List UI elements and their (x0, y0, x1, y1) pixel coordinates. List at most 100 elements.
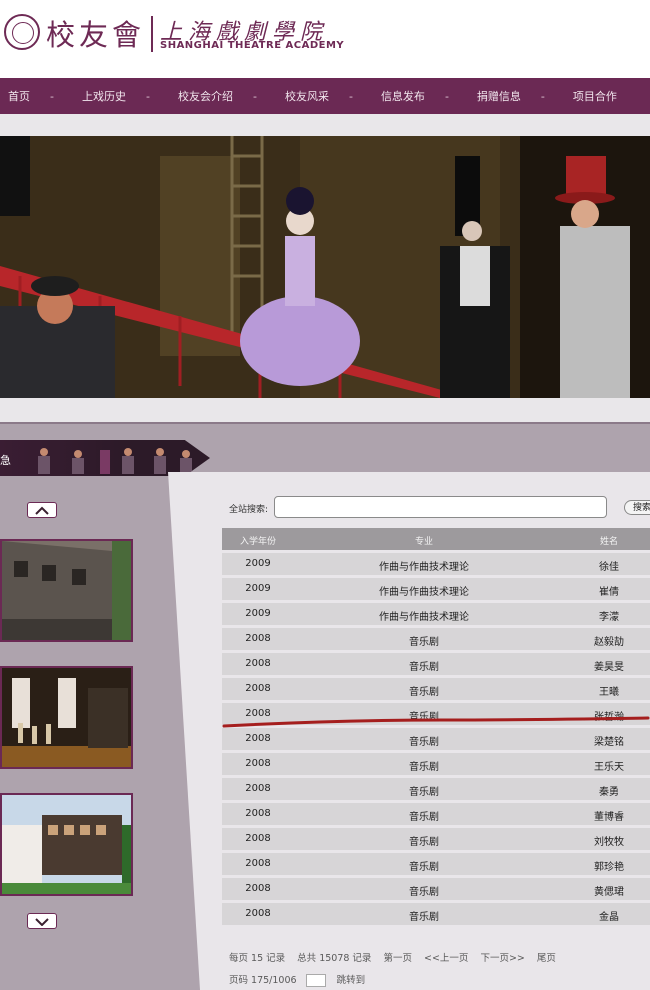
cell-major: 作曲与作曲技术理论 (379, 612, 469, 623)
cell-name: 黄偲珺 (594, 887, 624, 898)
nav-history[interactable]: 上戏历史 (74, 88, 126, 104)
search-button[interactable]: 搜索 (624, 500, 650, 515)
thumbnail-stage[interactable] (0, 666, 133, 769)
cell-year: 2008 (245, 808, 271, 819)
first-page-link[interactable]: 第一页 (383, 953, 412, 964)
stage-illustration (0, 136, 650, 398)
cell-year: 2008 (245, 883, 271, 894)
table-row[interactable]: 2008 音乐剧 金晶 (222, 903, 650, 925)
content-top-line (0, 422, 650, 424)
cell-major: 音乐剧 (409, 912, 439, 923)
cell-major: 音乐剧 (409, 662, 439, 673)
table-row[interactable]: 2009 作曲与作曲技术理论 徐佳 (222, 553, 650, 575)
cell-major: 音乐剧 (409, 687, 439, 698)
campus-photo (2, 795, 131, 894)
ribbon-figures (38, 448, 192, 474)
cell-major: 音乐剧 (409, 762, 439, 773)
mid-gray-band (0, 398, 650, 422)
prev-page-link[interactable]: <<上一页 (424, 953, 468, 964)
cell-year: 2008 (245, 758, 271, 769)
nav-alumni-intro[interactable]: 校友会介绍 (170, 88, 233, 104)
table-row[interactable]: 2008 音乐剧 郭珍艳 (222, 853, 650, 875)
cell-name: 刘牧牧 (594, 837, 624, 848)
chevron-down-icon (35, 917, 49, 926)
header-year[interactable]: 入学年份 (222, 534, 294, 547)
cell-major: 音乐剧 (409, 787, 439, 798)
cell-major: 音乐剧 (409, 862, 439, 873)
cell-name: 王曦 (599, 687, 619, 698)
ribbon-label: 急 (0, 454, 11, 467)
table-row[interactable]: 2008 音乐剧 刘牧牧 (222, 828, 650, 850)
cell-major: 音乐剧 (409, 637, 439, 648)
cell-name: 郭珍艳 (594, 862, 624, 873)
stage-photo (2, 668, 131, 767)
page-jump-bar: 页码 175/1006 跳转到 (229, 972, 365, 987)
alumni-table: 入学年份 专业 姓名 2009 作曲与作曲技术理论 徐佳 2009 作曲与作曲技术理论… (222, 528, 650, 925)
nav-separator: - (145, 89, 150, 103)
cell-year: 2008 (245, 908, 271, 919)
jump-button[interactable]: 跳转到 (337, 975, 366, 986)
building-photo (2, 541, 131, 640)
cell-year: 2009 (245, 558, 271, 569)
cell-major: 作曲与作曲技术理论 (379, 587, 469, 598)
table-row[interactable]: 2009 作曲与作曲技术理论 崔倩 (222, 578, 650, 600)
nav-alumni-showcase[interactable]: 校友风采 (277, 88, 329, 104)
cell-year: 2008 (245, 783, 271, 794)
nav-separator: - (444, 89, 449, 103)
cell-name: 董博睿 (594, 812, 624, 823)
scroll-down-button[interactable] (27, 913, 57, 929)
table-row[interactable]: 2008 音乐剧 黄偲珺 (222, 878, 650, 900)
chevron-up-icon (35, 506, 49, 515)
academy-name-en: SHANGHAI THEATRE ACADEMY (160, 40, 345, 51)
cell-major: 音乐剧 (409, 887, 439, 898)
cell-name: 金晶 (599, 912, 619, 923)
nav-donation[interactable]: 捐赠信息 (469, 88, 521, 104)
page-number-text: 页码 175/1006 (229, 975, 297, 986)
thumbnail-campus[interactable] (0, 793, 133, 896)
cell-year: 2008 (245, 733, 271, 744)
cell-year: 2009 (245, 608, 271, 619)
top-gray-band (0, 114, 650, 136)
cell-year: 2008 (245, 683, 271, 694)
cell-year: 2008 (245, 833, 271, 844)
cell-name: 王乐天 (594, 762, 624, 773)
nav-separator: - (252, 89, 257, 103)
cell-year: 2008 (245, 708, 271, 719)
site-header: 校友會 上海戲劇學院 SHANGHAI THEATRE ACADEMY (0, 0, 650, 78)
nav-separator: - (50, 89, 54, 103)
cell-name: 赵毅劼 (594, 637, 624, 648)
table-row[interactable]: 2008 音乐剧 王乐天 (222, 753, 650, 775)
thumbnail-building[interactable] (0, 539, 133, 642)
main-nav: 首页 - 上戏历史 - 校友会介绍 - 校友风采 - 信息发布 - 捐赠信息 -… (0, 78, 650, 114)
table-row[interactable]: 2008 音乐剧 秦勇 (222, 778, 650, 800)
nav-separator: - (348, 89, 353, 103)
next-page-link[interactable]: 下一页>> (480, 953, 524, 964)
total-records-text: 总共 15078 记录 (297, 953, 372, 964)
page-jump-input[interactable] (305, 974, 326, 987)
table-row[interactable]: 2009 作曲与作曲技术理论 李濛 (222, 603, 650, 625)
scroll-up-button[interactable] (27, 502, 57, 518)
nav-separator: - (540, 89, 545, 103)
table-row[interactable]: 2008 音乐剧 梁楚铭 (222, 728, 650, 750)
cell-name: 李濛 (599, 612, 619, 623)
nav-projects[interactable]: 项目合作 (565, 88, 617, 104)
nav-home[interactable]: 首页 (0, 88, 30, 104)
table-row[interactable]: 2008 音乐剧 赵毅劼 (222, 628, 650, 650)
alumni-logo-text[interactable]: 校友會 (46, 12, 145, 54)
table-row[interactable]: 2008 音乐剧 姜昊旻 (222, 653, 650, 675)
cell-major: 音乐剧 (409, 737, 439, 748)
table-row[interactable]: 2008 音乐剧 董博睿 (222, 803, 650, 825)
banner-stage-photo (0, 136, 650, 398)
cell-name: 徐佳 (599, 562, 619, 573)
nav-news[interactable]: 信息发布 (373, 88, 425, 104)
header-name[interactable]: 姓名 (554, 534, 650, 547)
table-row-highlighted[interactable]: 2008 音乐剧 张哲瀚 (222, 703, 650, 725)
last-page-link[interactable]: 尾页 (537, 953, 556, 964)
search-input[interactable] (274, 496, 607, 518)
cell-year: 2008 (245, 858, 271, 869)
cell-major: 音乐剧 (409, 837, 439, 848)
cell-major: 作曲与作曲技术理论 (379, 562, 469, 573)
header-major[interactable]: 专业 (294, 534, 554, 547)
table-row[interactable]: 2008 音乐剧 王曦 (222, 678, 650, 700)
search-label: 全站搜索: (229, 505, 269, 515)
